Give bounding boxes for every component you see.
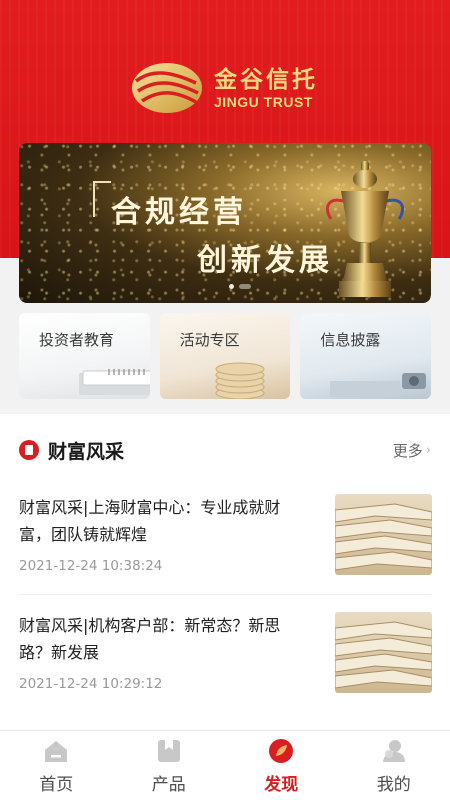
logo-mark-icon [132, 63, 202, 113]
tab-label: 产品 [151, 775, 186, 795]
brand-name-en: JINGU TRUST [214, 93, 313, 110]
tab-home[interactable]: 首页 [0, 731, 113, 800]
carousel-dot [239, 284, 251, 289]
banner-headline-1: 合规经营 [111, 195, 247, 230]
section-header: 财富风采 更多 › [19, 436, 431, 464]
banner-bracket [93, 181, 111, 217]
trophy-icon [326, 161, 404, 297]
investor-education-card[interactable]: 投资者教育 [19, 313, 150, 399]
article-title: 财富风采|上海财富中心：专业成就财富，团队铸就辉煌 [19, 498, 281, 544]
divider [19, 594, 431, 595]
coins-icon [215, 362, 265, 399]
article-date: 2021-12-24 10:38:24 [19, 558, 163, 574]
section-title: 财富风采 [48, 440, 125, 463]
tab-label: 我的 [376, 775, 411, 795]
paper-stack-icon [335, 621, 432, 689]
article-thumbnail [335, 612, 432, 693]
laptop-camera-icon [330, 373, 427, 397]
banner-carousel[interactable]: 合规经营 创新发展 [19, 143, 431, 303]
quick-links: 投资者教育 活动专区 信息披露 [19, 313, 432, 399]
more-link[interactable]: 更多 › [393, 440, 431, 461]
tab-discover[interactable]: 发现 [225, 731, 338, 800]
carousel-indicator [229, 284, 251, 289]
card-label: 投资者教育 [39, 331, 115, 349]
banner-headline-2: 创新发展 [197, 243, 333, 278]
section-icon [19, 440, 39, 460]
profile-icon [382, 740, 405, 762]
article-item[interactable]: 财富风采|上海财富中心：专业成就财富，团队铸就辉煌 2021-12-24 10:… [19, 494, 432, 578]
article-title: 财富风采|机构客户部：新常态？新思路？新发展 [19, 616, 281, 662]
card-label: 信息披露 [320, 331, 381, 349]
disclosure-card[interactable]: 信息披露 [300, 313, 432, 399]
bottom-tab-bar: 首页 产品 发现 我的 [0, 730, 450, 800]
product-icon [157, 740, 180, 762]
paper-stack-icon [335, 503, 432, 571]
article-thumbnail [335, 494, 432, 575]
wealth-section: 财富风采 更多 › 财富风采|上海财富中心：专业成就财富，团队铸就辉煌 2021… [0, 414, 450, 730]
discover-icon [269, 739, 294, 763]
events-card[interactable]: 活动专区 [159, 313, 291, 399]
brand-name-cn: 金谷信托 [214, 65, 318, 93]
notebook-icon [79, 369, 150, 395]
brand-logo: 金谷信托 JINGU TRUST [130, 60, 330, 116]
more-label: 更多 [392, 442, 423, 460]
tab-label: 首页 [39, 775, 74, 795]
tab-profile[interactable]: 我的 [338, 731, 450, 800]
home-icon [45, 741, 68, 762]
tab-products[interactable]: 产品 [113, 731, 226, 800]
tab-label: 发现 [264, 775, 299, 795]
carousel-dot-active [229, 284, 234, 289]
article-item[interactable]: 财富风采|机构客户部：新常态？新思路？新发展 2021-12-24 10:29:… [19, 612, 432, 696]
chevron-right-icon: › [425, 443, 431, 458]
article-date: 2021-12-24 10:29:12 [19, 676, 163, 692]
